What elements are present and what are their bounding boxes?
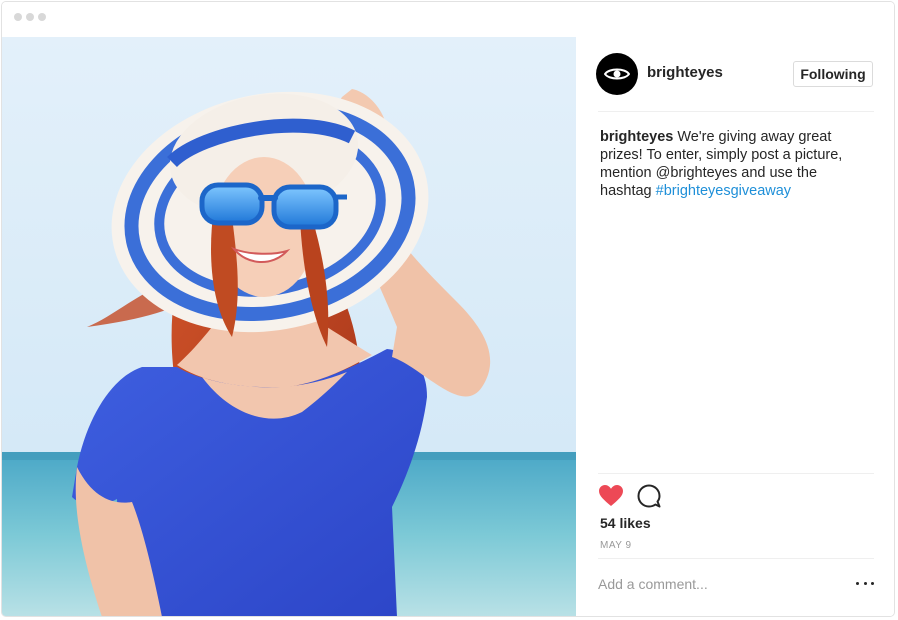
window-close-dot[interactable] [14, 13, 22, 21]
more-options-button[interactable] [856, 576, 874, 590]
post-date: MAY 9 [600, 540, 632, 551]
eye-icon [604, 68, 630, 80]
comment-icon [637, 484, 661, 508]
window-zoom-dot[interactable] [38, 13, 46, 21]
more-dot [863, 581, 867, 585]
more-dot [871, 581, 874, 585]
comment-input[interactable] [598, 571, 838, 597]
like-button[interactable] [598, 483, 624, 509]
avatar[interactable] [596, 53, 638, 95]
header-divider [598, 111, 874, 112]
more-dot [856, 581, 859, 585]
browser-window: brighteyes Following brighteyes We're gi… [1, 1, 895, 617]
actions-divider [598, 473, 874, 474]
window-minimize-dot[interactable] [26, 13, 34, 21]
photo-illustration [2, 37, 576, 616]
post-username[interactable]: brighteyes [647, 64, 723, 81]
following-button[interactable]: Following [793, 61, 873, 87]
likes-count[interactable]: 54 likes [600, 515, 651, 531]
comment-divider [598, 558, 874, 559]
post-panel: brighteyes Following brighteyes We're gi… [576, 37, 894, 616]
post-caption: brighteyes We're giving away great prize… [600, 128, 860, 200]
heart-icon [599, 485, 623, 506]
caption-username[interactable]: brighteyes [600, 129, 673, 145]
post-photo[interactable] [2, 37, 576, 616]
comment-button[interactable] [636, 483, 662, 509]
caption-hashtag-link[interactable]: #brighteyesgiveaway [656, 183, 791, 199]
window-titlebar [2, 2, 894, 37]
